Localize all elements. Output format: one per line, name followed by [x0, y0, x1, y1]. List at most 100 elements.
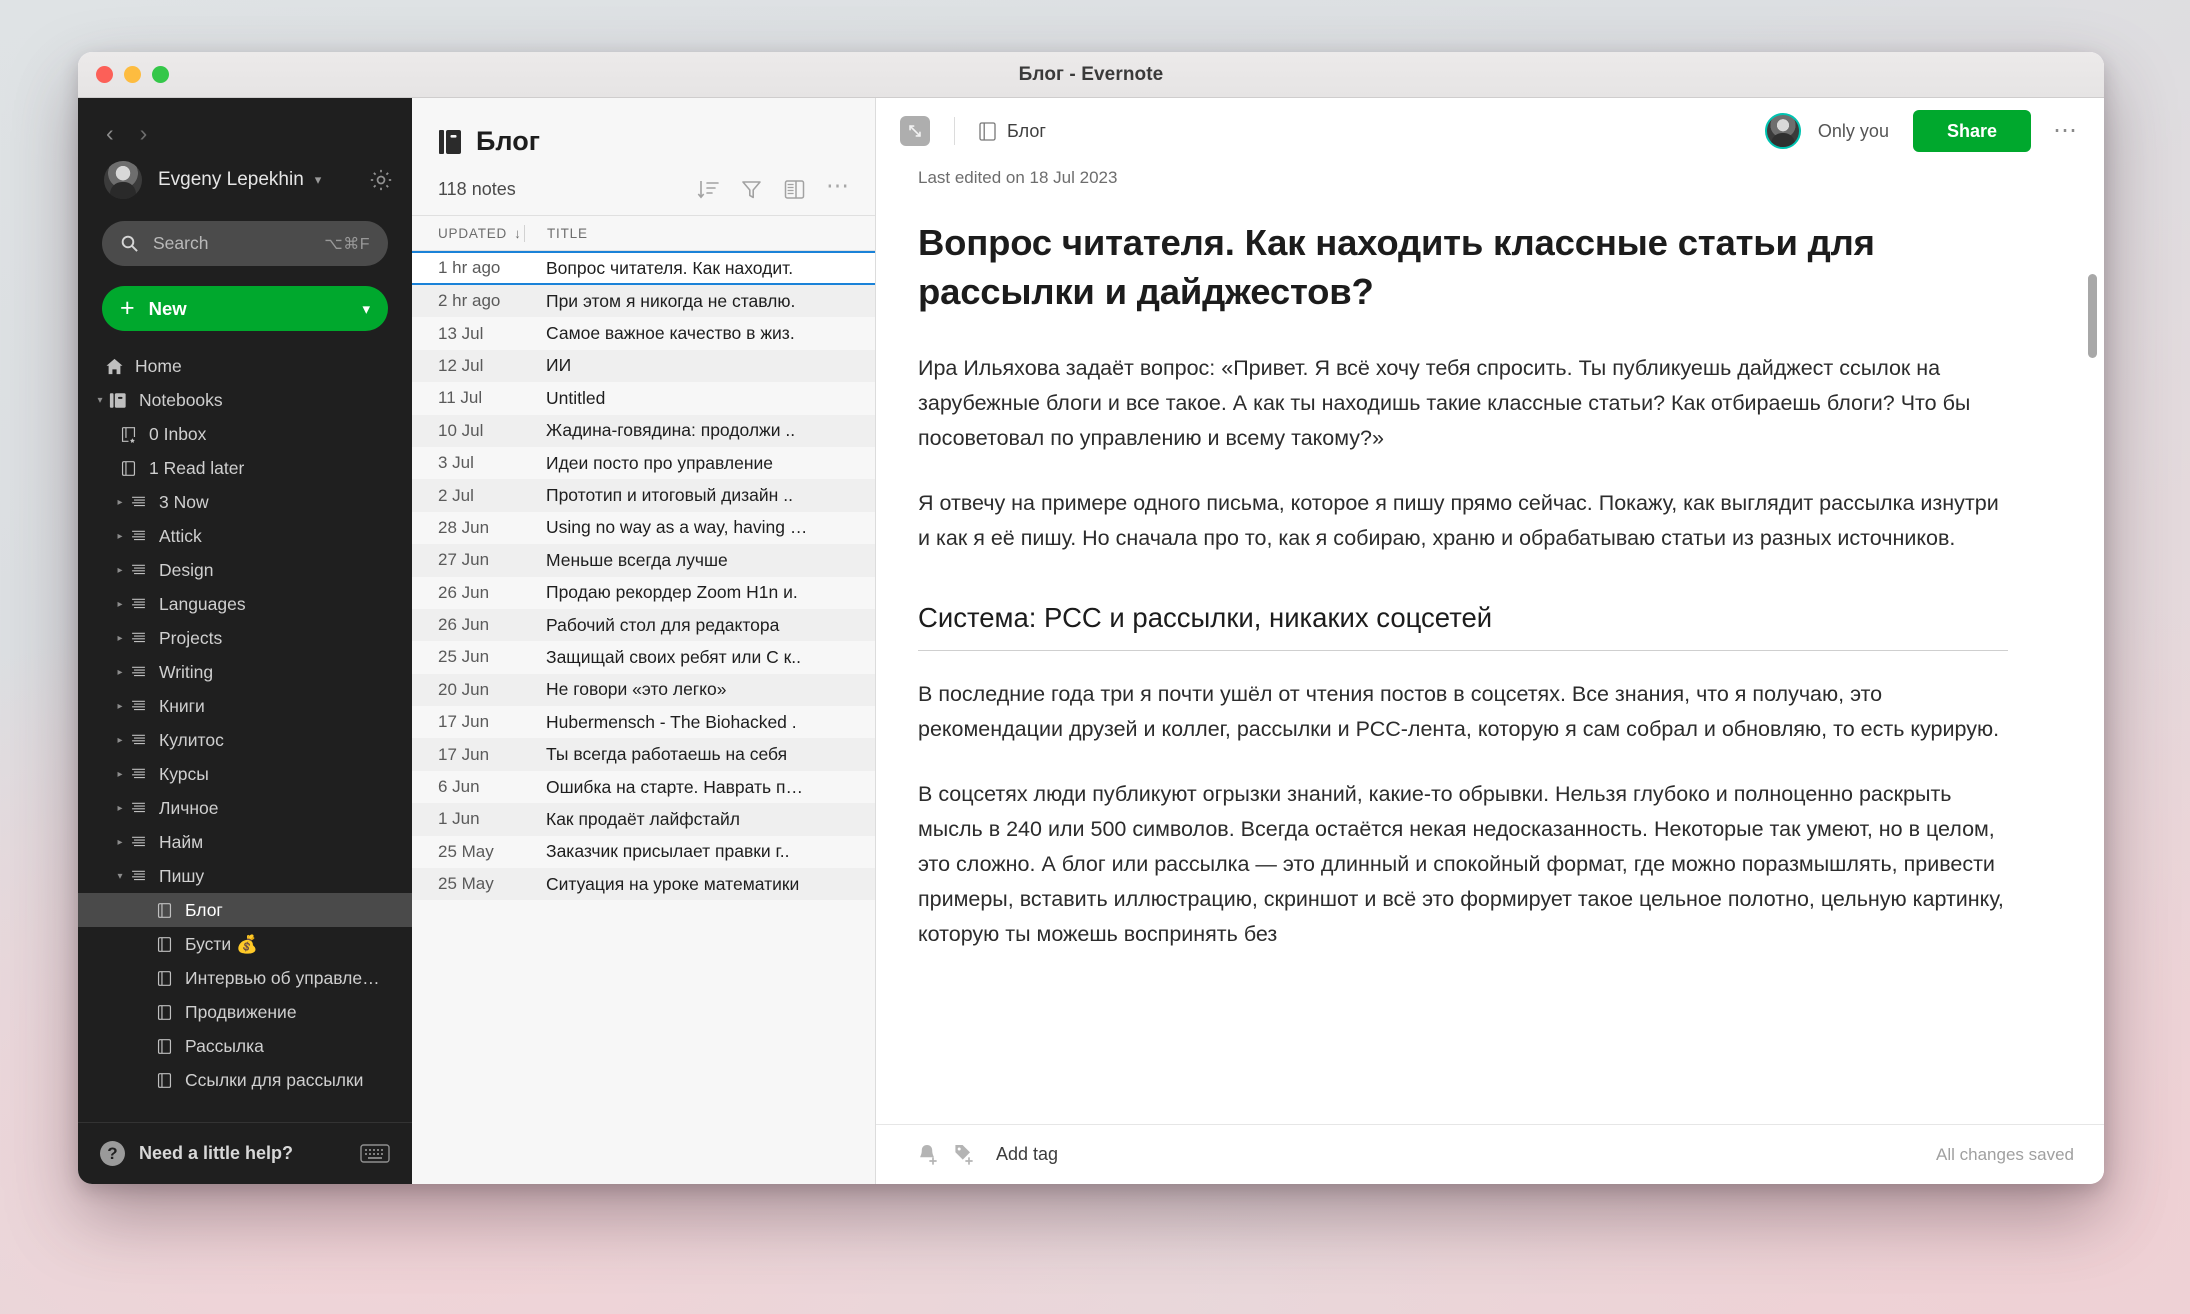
chevron-down-icon[interactable]: ▾ [112, 871, 128, 882]
note-list-item[interactable]: 6 Jun Ошибка на старте. Наврать п… [412, 770, 875, 804]
sidebar-item-projects[interactable]: ▸ Projects [78, 621, 412, 655]
note-list-item[interactable]: 3 Jul Идеи посто про управление [412, 446, 875, 480]
stack-icon [128, 494, 148, 510]
chevron-right-icon[interactable]: ▸ [112, 837, 128, 848]
help-row[interactable]: ? Need a little help? [78, 1122, 412, 1184]
new-button[interactable]: + New ▾ [102, 286, 388, 331]
note-list-item[interactable]: 25 May Заказчик присылает правки г.. [412, 835, 875, 869]
note-list-item[interactable]: 28 Jun Using no way as a way, having … [412, 511, 875, 545]
breadcrumb[interactable]: Блог [979, 121, 1046, 142]
note-updated: 12 Jul [438, 355, 484, 375]
avatar [104, 161, 142, 199]
sidebar-item-0-inbox[interactable]: 0 Inbox [78, 417, 412, 451]
chevron-right-icon[interactable]: ▸ [112, 667, 128, 678]
sidebar-item-1-read-later[interactable]: 1 Read later [78, 451, 412, 485]
chevron-right-icon[interactable]: ▸ [112, 531, 128, 542]
chevron-right-icon[interactable]: ▸ [112, 565, 128, 576]
chevron-down-icon[interactable]: ▾ [92, 395, 108, 406]
note-list-item[interactable]: 26 Jun Продаю рекордер Zoom H1n и. [412, 576, 875, 609]
column-updated[interactable]: UPDATED ↓ [438, 226, 524, 241]
sidebar-item-notebooks[interactable]: ▾ Notebooks [78, 383, 412, 417]
note-list-item[interactable]: 17 Jun Hubermensch - The Biohacked . [412, 706, 875, 739]
chevron-right-icon[interactable]: ▸ [112, 735, 128, 746]
reminder-icon[interactable] [916, 1143, 938, 1167]
note-heading[interactable]: Система: РСС и рассылки, никаких соцсете… [918, 602, 2008, 634]
chevron-right-icon[interactable]: ▸ [112, 769, 128, 780]
note-updated: 1 hr ago [438, 258, 501, 277]
gear-icon[interactable] [368, 167, 394, 193]
expand-icon[interactable] [900, 116, 930, 146]
sidebar-item-курсы[interactable]: ▸ Курсы [78, 757, 412, 791]
share-button[interactable]: Share [1912, 110, 2031, 152]
note-list-item[interactable]: 10 Jul Жадина-говядина: продолжи .. [412, 414, 875, 447]
avatar[interactable] [1764, 113, 1801, 149]
view-icon[interactable] [783, 178, 806, 201]
sidebar-item-найм[interactable]: ▸ Найм [78, 825, 412, 859]
sidebar-item-languages[interactable]: ▸ Languages [78, 587, 412, 621]
sidebar-item-attick[interactable]: ▸ Attick [78, 519, 412, 553]
sidebar-item-книги[interactable]: ▸ Книги [78, 689, 412, 723]
sidebar-item-пишу[interactable]: ▾ Пишу [78, 859, 412, 893]
chevron-right-icon[interactable]: ▸ [112, 599, 128, 610]
sidebar-item-продвижение[interactable]: Продвижение [78, 995, 412, 1029]
sidebar-item-блог[interactable]: Блог [78, 893, 412, 927]
note-list-item[interactable]: 17 Jun Ты всегда работаешь на себя [412, 738, 875, 771]
chevron-right-icon[interactable]: ▸ [112, 633, 128, 644]
column-title[interactable]: TITLE [547, 226, 588, 241]
note-list-item[interactable]: 13 Jul Самое важное качество в жиз. [412, 317, 875, 350]
chevron-right-icon[interactable]: ▸ [112, 497, 128, 508]
tag-icon[interactable] [952, 1143, 974, 1167]
chevron-right-icon[interactable]: ▸ [112, 701, 128, 712]
sidebar-item-3-now[interactable]: ▸ 3 Now [78, 485, 412, 519]
note-paragraph[interactable]: В последние года три я почти ушёл от чте… [918, 677, 2008, 747]
note-list-item[interactable]: 2 Jul Прототип и итоговый дизайн .. [412, 479, 875, 512]
note-paragraph[interactable]: Я отвечу на примере одного письма, котор… [918, 486, 2008, 556]
sidebar-item-writing[interactable]: ▸ Writing [78, 655, 412, 689]
note-list-item[interactable]: 20 Jun Не говори «это легко» [412, 673, 875, 707]
keyboard-icon[interactable] [360, 1143, 390, 1164]
note-content[interactable]: Вопрос читателя. Как находить классные с… [876, 218, 2104, 1124]
sidebar-item-label: Writing [159, 661, 214, 682]
search-input[interactable]: Search ⌥⌘F [102, 221, 388, 266]
sidebar-item-бусти[interactable]: Бусти 💰 [78, 927, 412, 961]
note-title-cell: Ошибка на старте. Наврать п… [546, 776, 803, 797]
note-list-item[interactable]: 25 May Ситуация на уроке математики [412, 868, 875, 901]
note-list-item[interactable]: 27 Jun Меньше всегда лучше [412, 544, 875, 577]
sidebar-item-design[interactable]: ▸ Design [78, 553, 412, 587]
note-list-item[interactable]: 2 hr ago При этом я никогда не ставлю. [412, 285, 875, 318]
note-title[interactable]: Вопрос читателя. Как находить классные с… [918, 218, 2008, 317]
sidebar-nav-arrows: ‹ › [78, 98, 412, 155]
sidebar-item-личное[interactable]: ▸ Личное [78, 791, 412, 825]
chevron-down-icon: ▾ [314, 172, 322, 187]
more-icon[interactable]: ⋯ [2053, 119, 2078, 143]
note-paragraph[interactable]: В соцсетях люди публикуют огрызки знаний… [918, 777, 2008, 952]
note-updated: 17 Jun [438, 712, 490, 732]
editor-footer: Add tag All changes saved [876, 1124, 2104, 1184]
editor-scrollbar[interactable] [2088, 274, 2097, 358]
sidebar-item-ссылки-для-рассылки[interactable]: Ссылки для рассылки [78, 1063, 412, 1097]
back-icon[interactable]: ‹ [106, 122, 114, 145]
note-list-rows: 1 hr ago Вопрос читателя. Как находит. 2 h… [412, 251, 875, 1184]
sidebar-item-label: Кулитос [159, 729, 224, 750]
sidebar-item-home[interactable]: Home [78, 349, 412, 383]
note-list-item[interactable]: 1 hr ago Вопрос читателя. Как находит. [412, 251, 875, 285]
chevron-down-icon[interactable]: ▾ [362, 300, 370, 318]
note-list-item[interactable]: 11 Jul Untitled [412, 382, 875, 415]
sort-icon[interactable] [697, 178, 720, 201]
note-title-cell: При этом я никогда не ставлю. [546, 290, 796, 311]
note-title-cell: ИИ [546, 355, 572, 376]
note-list-item[interactable]: 1 Jun Как продаёт лайфстайл [412, 803, 875, 836]
forward-icon[interactable]: › [140, 122, 148, 145]
more-icon[interactable]: ⋯ [826, 174, 849, 201]
sidebar-item-интервью-об-управле[interactable]: Интервью об управле… [78, 961, 412, 995]
chevron-right-icon[interactable]: ▸ [112, 803, 128, 814]
sidebar-item-рассылка[interactable]: Рассылка [78, 1029, 412, 1063]
note-list-item[interactable]: 25 Jun Защищай своих ребят или С к.. [412, 641, 875, 674]
add-tag-button[interactable]: Add tag [996, 1144, 1058, 1165]
filter-icon[interactable] [740, 178, 763, 201]
note-paragraph[interactable]: Ира Ильяхова задаёт вопрос: «Привет. Я в… [918, 351, 2008, 456]
note-list-item[interactable]: 26 Jun Рабочий стол для редактора [412, 608, 875, 642]
note-list-item[interactable]: 12 Jul ИИ [412, 349, 875, 383]
sidebar-item-кулитос[interactable]: ▸ Кулитос [78, 723, 412, 757]
account-switcher[interactable]: Evgeny Lepekhin ▾ [78, 155, 412, 199]
